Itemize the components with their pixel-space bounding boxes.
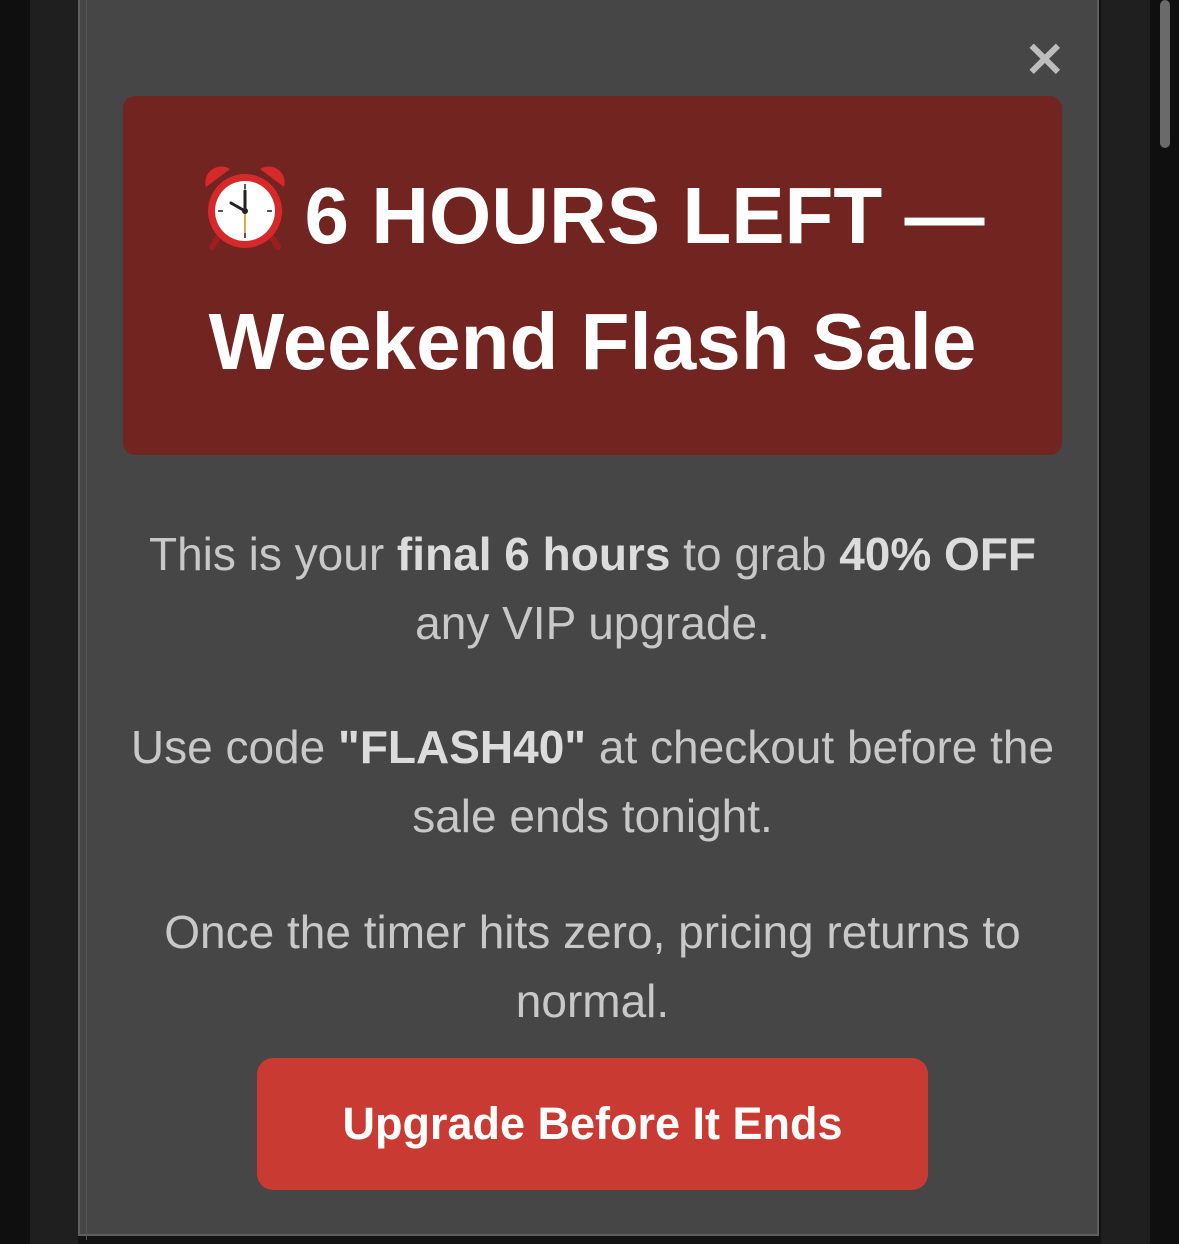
promo-code-paragraph: Use code "FLASH40" at checkout before th…: [123, 713, 1062, 851]
offer-paragraph: This is your final 6 hours to grab 40% O…: [123, 520, 1062, 658]
timer-note-paragraph: Once the timer hits zero, pricing return…: [164, 906, 1021, 1027]
promo-text-pre: Use code: [130, 721, 339, 773]
banner-title: 6 HOURS LEFT — Weekend Flash Sale: [153, 147, 1033, 405]
offer-emphasis-discount: 40% OFF: [839, 528, 1037, 580]
page-edge-left: [0, 0, 30, 1244]
offer-text-mid: to grab: [670, 528, 840, 580]
scrollbar-thumb[interactable]: [1160, 0, 1170, 148]
close-icon[interactable]: ×: [1023, 32, 1067, 84]
promo-code: "FLASH40": [338, 721, 587, 773]
page-edge-right: [1150, 0, 1179, 1244]
alarm-clock-icon: [200, 161, 290, 251]
offer-emphasis-time: final 6 hours: [396, 528, 671, 580]
overlay-backdrop-right: [1101, 0, 1150, 1244]
overlay-backdrop-left: [30, 0, 78, 1244]
upgrade-button[interactable]: Upgrade Before It Ends: [257, 1058, 928, 1190]
banner-title-line2: Weekend Flash Sale: [208, 296, 977, 386]
banner-title-line1: 6 HOURS LEFT —: [304, 170, 985, 260]
sale-banner: 6 HOURS LEFT — Weekend Flash Sale: [123, 96, 1062, 455]
offer-text-post: any VIP upgrade.: [415, 597, 770, 649]
offer-text-pre: This is your: [148, 528, 397, 580]
modal-divider: [86, 0, 87, 1240]
